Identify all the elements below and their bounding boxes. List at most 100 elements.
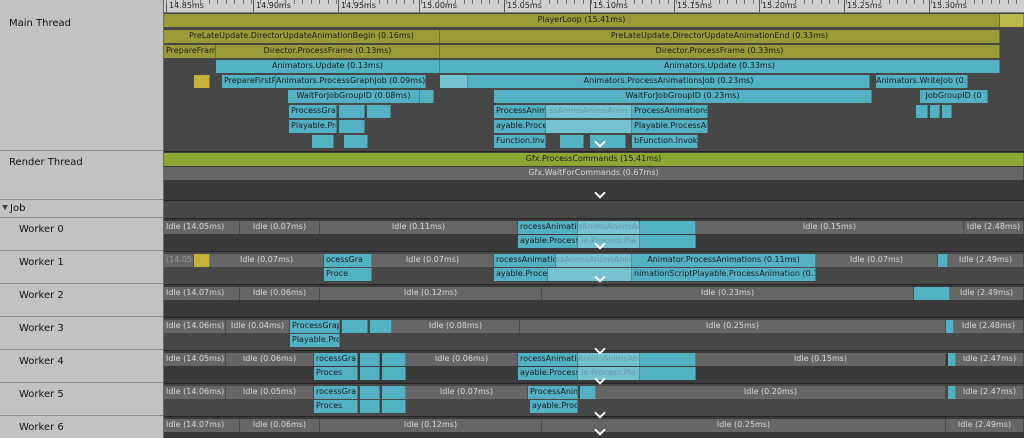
marker-w4-proc-b[interactable] <box>360 367 380 380</box>
marker-w6-idle[interactable]: Idle (0.06ms) <box>240 419 320 432</box>
thread-label-worker-6[interactable]: Worker 6 <box>0 416 163 438</box>
marker-wait-2[interactable]: WaitForJobGroupID (0.23ms) <box>494 90 872 103</box>
marker-w4-idle[interactable]: Idle (0.06ms) <box>226 353 314 366</box>
marker-w3-idle[interactable]: Idle (0.08ms) <box>392 320 520 333</box>
marker-w2-idle[interactable]: Idle (14.07ms) <box>164 287 240 300</box>
thread-label-worker-4[interactable]: Worker 4 <box>0 350 163 383</box>
marker-process-frame-1[interactable]: Director.ProcessFrame (0.13ms) <box>216 45 440 58</box>
marker-function-invoke-r[interactable]: bFunction.Invoke( <box>632 135 698 148</box>
marker-w0-idle[interactable]: Idle (2.48ms) <box>964 221 1024 234</box>
marker-w5-idle[interactable]: Idle (0.07ms) <box>406 386 528 399</box>
marker-pale-sub[interactable] <box>440 75 468 88</box>
marker-function-invoke[interactable]: Function.Invo <box>494 135 546 148</box>
marker-process-graph-c[interactable] <box>367 105 391 118</box>
marker-graph-job[interactable]: Animators.ProcessGraphJob (0.09ms) <box>276 75 426 88</box>
marker-player-loop-tail[interactable] <box>1000 14 1024 27</box>
marker-w1-script-playable[interactable]: nimationScriptPlayable.ProcessAnimation … <box>632 268 816 281</box>
marker-w2-idle[interactable]: Idle (2.49ms) <box>950 287 1024 300</box>
marker-w5-anim-b[interactable] <box>580 386 596 399</box>
marker-w5-anim[interactable]: ProcessAnim <box>528 386 578 399</box>
marker-w0-playable-b[interactable] <box>640 235 696 248</box>
marker-w6-idle[interactable]: Idle (0.12ms) <box>320 419 542 432</box>
marker-anims-job[interactable]: Animators.ProcessAnimationsJob (0.23ms) <box>468 75 870 88</box>
marker-w4-pale2[interactable]: le.Process.Pla <box>578 367 640 380</box>
marker-w5-graph-b[interactable] <box>360 386 380 399</box>
marker-w3-graph-b[interactable] <box>342 320 368 333</box>
marker-player-loop[interactable]: PlayerLoop (15.41ms) <box>164 14 1000 27</box>
marker-w4-idle[interactable]: Idle (0.06ms) <box>406 353 518 366</box>
marker-w1-playable[interactable]: ayable.Process <box>494 268 548 281</box>
marker-w1-anim-r[interactable]: Animator.ProcessAnimations (0.11ms) <box>632 254 816 267</box>
marker-w5-idle[interactable]: Idle (2.47ms) <box>956 386 1024 399</box>
marker-w1-idle[interactable]: (14.05ms) <box>164 254 194 267</box>
marker-playable-process-a[interactable]: ayable.Process <box>494 120 546 133</box>
marker-w1-pale[interactable]: ssAnimsAnimsAnim <box>556 254 632 267</box>
marker-w5-idle[interactable]: Idle (14.06ms) <box>164 386 226 399</box>
marker-w4-playable-b[interactable] <box>640 367 696 380</box>
thread-label-worker-5[interactable]: Worker 5 <box>0 383 163 416</box>
marker-process-frame-2[interactable]: Director.ProcessFrame (0.33ms) <box>440 45 1000 58</box>
marker-w0-pale2[interactable]: le.Process.Pla <box>578 235 640 248</box>
marker-w0-idle[interactable]: Idle (14.05ms) <box>164 221 240 234</box>
marker-w4-pale[interactable]: AnimsAnimsAnim <box>578 353 640 366</box>
marker-w2-idle[interactable]: Idle (0.12ms) <box>320 287 542 300</box>
marker-w1-pale2[interactable] <box>548 268 632 281</box>
marker-small-2[interactable] <box>930 105 940 118</box>
marker-playable-process[interactable]: Playable.Process <box>289 120 337 133</box>
marker-w5-idle[interactable]: Idle (0.05ms) <box>226 386 314 399</box>
marker-w5-graph[interactable]: rocessGra <box>314 386 358 399</box>
marker-w4-anim-b[interactable] <box>640 353 696 366</box>
marker-w3-idle[interactable]: Idle (14.06ms) <box>164 320 226 333</box>
marker-w4-idle[interactable]: Idle (14.05ms) <box>164 353 226 366</box>
marker-w1-idle[interactable]: Idle (0.07ms) <box>210 254 324 267</box>
marker-w0-anim[interactable]: rocessAnimations <box>518 221 578 234</box>
marker-playable-pale[interactable] <box>546 120 632 133</box>
marker-w3-graph-c[interactable] <box>370 320 392 333</box>
marker-w1-idle[interactable]: Idle (2.49ms) <box>948 254 1024 267</box>
marker-func-b[interactable] <box>344 135 368 148</box>
marker-anim-update-1[interactable]: Animators.Update (0.13ms) <box>216 60 440 73</box>
thread-label-main[interactable]: Main Thread <box>0 0 163 151</box>
marker-w4-graph-b[interactable] <box>360 353 380 366</box>
marker-w2-idle[interactable]: Idle (0.23ms) <box>542 287 914 300</box>
marker-w0-idle[interactable]: Idle (0.15ms) <box>696 221 964 234</box>
marker-playable-b[interactable] <box>339 120 365 133</box>
marker-w5-idle[interactable]: Idle (0.20ms) <box>596 386 946 399</box>
marker-process-anim-pale[interactable]: ssAnimsAnimsAnim <box>546 105 632 118</box>
marker-func-a[interactable] <box>312 135 334 148</box>
marker-playable-process-r[interactable]: Playable.ProcessAnima <box>632 120 708 133</box>
marker-w0-anim-b[interactable] <box>640 221 696 234</box>
marker-process-graph-b[interactable] <box>339 105 365 118</box>
marker-w5-graph-c[interactable] <box>382 386 406 399</box>
marker-wait-3[interactable]: JobGroupID (0 <box>920 90 988 103</box>
marker-w0-playable[interactable]: ayable.Process <box>518 235 578 248</box>
marker-w3-small[interactable] <box>946 320 954 333</box>
marker-w3-idle[interactable]: Idle (0.04ms) <box>226 320 290 333</box>
marker-w4-small[interactable] <box>948 353 956 366</box>
marker-w1-small[interactable] <box>938 254 948 267</box>
marker-prepare-first[interactable]: PrepareFirstPa <box>222 75 276 88</box>
marker-w6-idle[interactable]: Idle (14.07ms) <box>164 419 240 432</box>
expand-triangle-icon[interactable] <box>2 205 8 210</box>
marker-w5-proc[interactable]: Proces <box>314 400 358 413</box>
marker-w3-idle[interactable]: Idle (0.25ms) <box>520 320 946 333</box>
marker-w5-small[interactable] <box>948 386 956 399</box>
marker-w6-idle[interactable]: Idle (2.49ms) <box>946 419 1024 432</box>
marker-process-graph[interactable]: ProcessGraph <box>289 105 337 118</box>
marker-w4-proc[interactable]: Proces <box>314 367 358 380</box>
marker-w4-idle[interactable]: Idle (0.15ms) <box>696 353 946 366</box>
marker-small-3[interactable] <box>942 105 952 118</box>
marker-process-anim[interactable]: ProcessAnimation <box>494 105 546 118</box>
marker-w2-idle[interactable]: Idle (0.06ms) <box>240 287 320 300</box>
marker-w4-anim[interactable]: rocessAnimations <box>518 353 578 366</box>
marker-write-job[interactable]: Animators.WriteJob (0.05ms) <box>876 75 968 88</box>
marker-w4-graph-c[interactable] <box>382 353 406 366</box>
marker-anim-update-2[interactable]: Animators.Update (0.33ms) <box>440 60 1000 73</box>
marker-w1-idle[interactable]: Idle (0.07ms) <box>372 254 494 267</box>
marker-wait-1[interactable]: WaitForJobGroupID (0.08ms) <box>288 90 420 103</box>
thread-label-render[interactable]: Render Thread <box>0 151 163 200</box>
marker-w5-playable[interactable]: ayable.Process <box>530 400 578 413</box>
time-ruler[interactable]: 14.85ms 14.90ms 14.95ms 15.00ms 15.05ms … <box>164 0 1024 13</box>
marker-w0-idle[interactable]: Idle (0.07ms) <box>240 221 320 234</box>
marker-w5-proc-b[interactable] <box>360 400 380 413</box>
